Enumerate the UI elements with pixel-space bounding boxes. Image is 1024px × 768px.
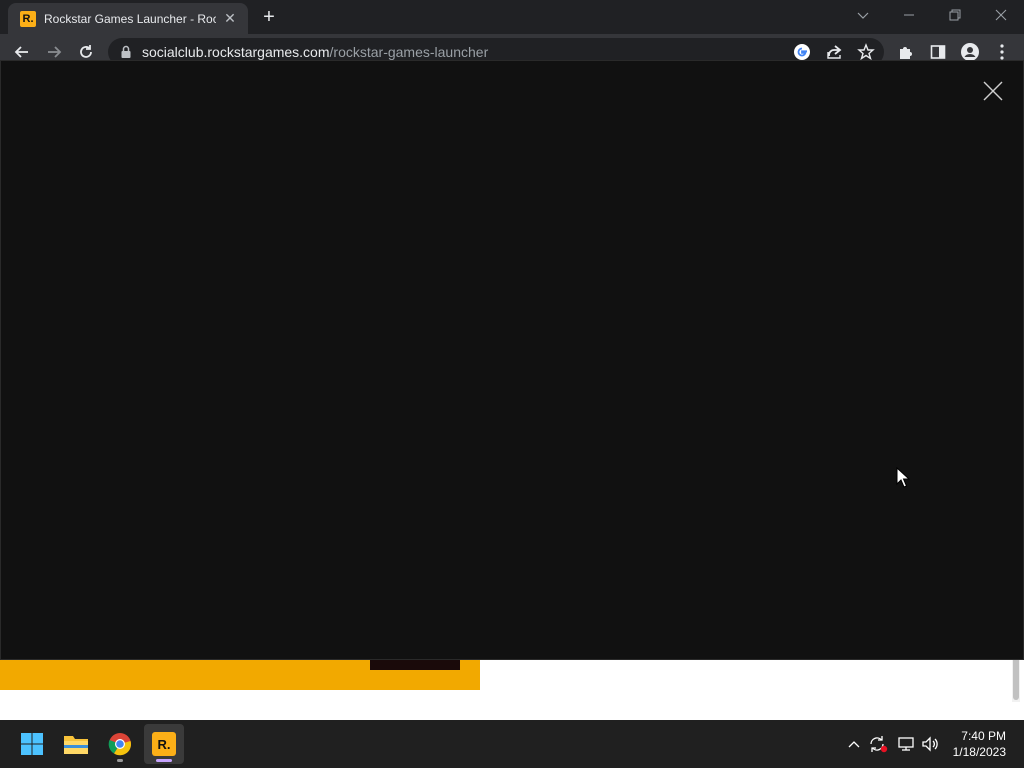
chevron-up-icon[interactable] [844,720,864,768]
video-modal[interactable] [0,60,1024,660]
close-icon[interactable] [978,0,1024,30]
clock-time: 7:40 PM [961,729,1006,743]
clock-date: 1/18/2023 [952,745,1006,759]
sync-alert-icon[interactable] [866,720,890,768]
restore-icon[interactable] [932,0,978,30]
system-clock[interactable]: 7:40 PM 1/18/2023 [953,728,1006,760]
scrollbar-thumb[interactable] [1013,655,1019,700]
rockstar-logo-icon: R. [152,732,176,756]
chrome-icon[interactable] [100,724,140,764]
network-icon[interactable] [894,720,918,768]
minimize-icon[interactable] [886,0,932,30]
volume-icon[interactable] [918,720,942,768]
windows-start-icon[interactable] [12,724,52,764]
mouse-cursor-icon [896,466,911,494]
tab-strip: R. Rockstar Games Launcher - Rock ✕ + [0,0,1024,34]
windows-taskbar: R. 7:40 PM 1/18/2023 [0,720,1024,768]
new-tab-button[interactable]: + [258,6,280,28]
tab-title: Rockstar Games Launcher - Rock [44,11,216,26]
active-indicator [156,759,172,762]
url-text[interactable]: socialclub.rockstargames.com/rockstar-ga… [142,44,488,60]
rockstar-favicon-icon: R. [20,10,36,27]
browser-tab[interactable]: R. Rockstar Games Launcher - Rock ✕ [8,3,248,34]
chevron-down-icon[interactable] [840,0,886,30]
tab-close-icon[interactable]: ✕ [222,10,238,27]
rockstar-launcher-taskbar-button[interactable]: R. [144,724,184,764]
file-explorer-icon[interactable] [56,724,96,764]
running-indicator [117,759,123,762]
close-icon[interactable] [981,79,1005,103]
